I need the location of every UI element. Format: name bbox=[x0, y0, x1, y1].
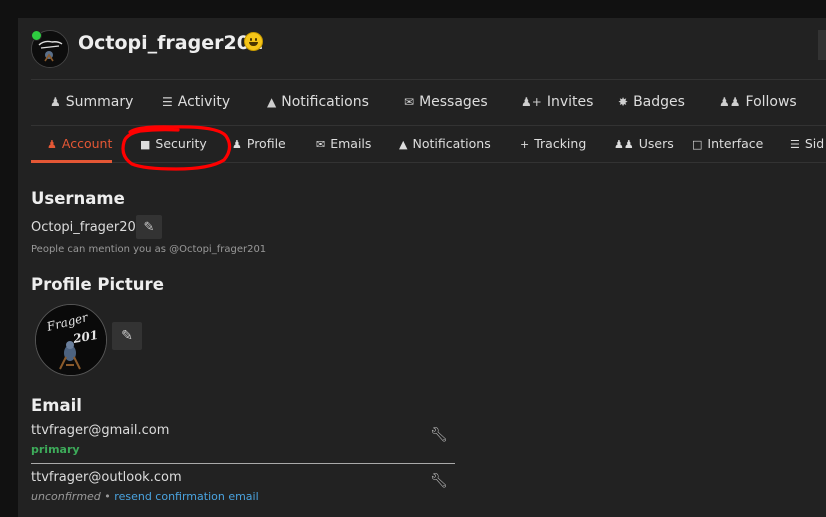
edit-username-button[interactable]: ✎ bbox=[136, 215, 162, 239]
user-preferences-page: Octopi_frager201 ♟ Summary ☰ Activity ▲ Not… bbox=[18, 18, 826, 517]
email-heading: Email bbox=[31, 396, 82, 415]
envelope-icon: ✉ bbox=[404, 95, 415, 109]
wrench-icon[interactable]: 🔧︎ bbox=[430, 427, 448, 443]
profile-picture-heading: Profile Picture bbox=[31, 275, 164, 294]
preferences-sub-nav: ♟ Account ■ Security ♟ Profile ✉ Emails ▲ Not… bbox=[31, 126, 826, 163]
bell-icon: ▲ bbox=[399, 138, 408, 151]
subtab-users[interactable]: ♟♟ Users bbox=[614, 126, 674, 162]
email-status-line: unconfirmed • resend confirmation email bbox=[31, 490, 259, 503]
plus-icon: + bbox=[520, 138, 530, 151]
tab-activity[interactable]: ☰ Activity bbox=[162, 80, 230, 125]
envelope-icon: ✉ bbox=[316, 138, 326, 151]
user-main-nav: ♟ Summary ☰ Activity ▲ Notifications ✉ Messa… bbox=[31, 79, 826, 126]
subtab-profile[interactable]: ♟ Profile bbox=[232, 126, 286, 162]
email-address: ttvfrager@outlook.com bbox=[31, 470, 182, 485]
mention-hint: People can mention you as @Octopi_frager… bbox=[31, 244, 267, 255]
subtab-tracking[interactable]: + Tracking bbox=[520, 126, 586, 162]
separator: • bbox=[104, 490, 111, 503]
certificate-icon: ✸ bbox=[618, 95, 629, 109]
tab-messages[interactable]: ✉ Messages bbox=[404, 80, 488, 125]
tab-summary[interactable]: ♟ Summary bbox=[50, 80, 133, 125]
users-icon: ♟♟ bbox=[614, 138, 634, 151]
bell-icon: ▲ bbox=[267, 95, 277, 109]
user-plus-icon: ♟+ bbox=[521, 95, 542, 109]
username-heading: Username bbox=[31, 189, 125, 208]
lock-icon: ■ bbox=[140, 138, 151, 151]
subtab-account[interactable]: ♟ Account bbox=[47, 126, 112, 162]
user-icon: ♟ bbox=[232, 138, 242, 151]
email-divider bbox=[31, 463, 455, 464]
active-subtab-underline bbox=[31, 160, 112, 163]
unconfirmed-label: unconfirmed bbox=[31, 490, 101, 503]
bars-icon: ☰ bbox=[790, 138, 800, 151]
tab-follows[interactable]: ♟♟ Follows bbox=[719, 80, 797, 125]
subtab-sidebar[interactable]: ☰ Sid bbox=[790, 126, 824, 162]
user-header: Octopi_frager201 bbox=[18, 18, 826, 78]
subtab-notifications[interactable]: ▲ Notifications bbox=[399, 126, 491, 162]
online-status-indicator bbox=[31, 30, 42, 41]
tab-invites[interactable]: ♟+ Invites bbox=[521, 80, 593, 125]
pencil-icon: ✎ bbox=[143, 219, 155, 235]
username-value: Octopi_frager201 bbox=[31, 220, 145, 235]
avatar-image: Frager 201 bbox=[36, 305, 106, 375]
wrench-icon[interactable]: 🔧︎ bbox=[430, 473, 448, 489]
subtab-interface[interactable]: □ Interface bbox=[692, 126, 763, 162]
header-action-button[interactable] bbox=[818, 30, 826, 60]
email-address: ttvfrager@gmail.com bbox=[31, 423, 170, 438]
pencil-icon: ✎ bbox=[121, 328, 133, 344]
list-icon: ☰ bbox=[162, 95, 173, 109]
subtab-emails[interactable]: ✉ Emails bbox=[316, 126, 371, 162]
resend-confirmation-link[interactable]: resend confirmation email bbox=[114, 490, 258, 503]
page-title: Octopi_frager201 bbox=[78, 32, 264, 54]
desktop-icon: □ bbox=[692, 138, 703, 151]
tab-badges[interactable]: ✸ Badges bbox=[618, 80, 685, 125]
subtab-security[interactable]: ■ Security bbox=[140, 126, 207, 162]
users-icon: ♟♟ bbox=[719, 95, 741, 109]
edit-avatar-button[interactable]: ✎ bbox=[112, 322, 142, 350]
smiley-emoji-icon bbox=[244, 32, 263, 51]
primary-badge: primary bbox=[31, 443, 80, 456]
profile-picture: Frager 201 bbox=[35, 304, 107, 376]
tab-notifications[interactable]: ▲ Notifications bbox=[267, 80, 369, 125]
user-icon: ♟ bbox=[47, 138, 57, 151]
user-icon: ♟ bbox=[50, 95, 61, 109]
